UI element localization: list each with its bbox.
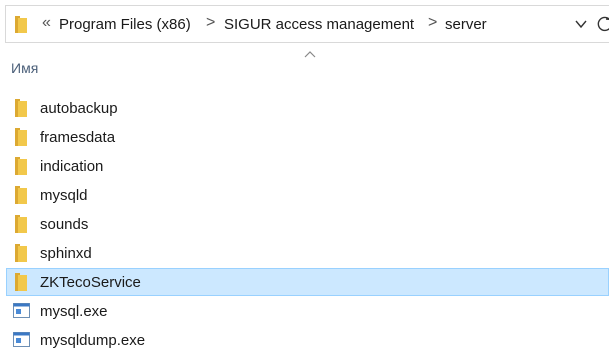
breadcrumb-sigur[interactable]: SIGUR access management [224, 16, 414, 33]
list-item[interactable]: sphinxd [0, 239, 609, 268]
list-item[interactable]: mysqld [0, 181, 609, 210]
breadcrumb-program-files[interactable]: Program Files (x86) [59, 16, 191, 33]
folder-icon [15, 16, 27, 33]
executable-icon [13, 332, 30, 347]
file-list: autobackup framesdata indication mysqld … [0, 94, 609, 355]
sort-ascending-icon [304, 51, 316, 58]
folder-icon [15, 273, 27, 291]
chevron-down-icon[interactable] [574, 17, 588, 31]
list-item-label: autobackup [40, 100, 118, 117]
folder-icon [15, 99, 27, 117]
list-item-label: sounds [40, 216, 89, 233]
folder-icon [15, 186, 27, 204]
folder-icon [15, 157, 27, 175]
list-item[interactable]: sounds [0, 210, 609, 239]
list-item[interactable]: autobackup [0, 94, 609, 123]
list-item-label: framesdata [40, 129, 116, 146]
chevron-right-icon[interactable]: > [428, 14, 437, 32]
breadcrumb-overflow-icon[interactable]: « [42, 14, 51, 32]
list-item[interactable]: indication [0, 152, 609, 181]
list-item-label: mysql.exe [40, 303, 108, 320]
list-item-label: sphinxd [40, 245, 92, 262]
list-item-label: ZKTecoService [40, 274, 141, 291]
list-item-label: mysqldump.exe [40, 332, 146, 349]
list-item-label: mysqld [40, 187, 88, 204]
column-header-name[interactable]: Имя [11, 60, 38, 76]
list-item[interactable]: framesdata [0, 123, 609, 152]
refresh-icon[interactable] [596, 15, 609, 33]
folder-icon [15, 215, 27, 233]
executable-icon [13, 303, 30, 318]
folder-icon [15, 244, 27, 262]
list-item-selected[interactable]: ZKTecoService [0, 268, 609, 297]
chevron-right-icon[interactable]: > [206, 14, 215, 32]
folder-icon [15, 128, 27, 146]
list-item[interactable]: mysql.exe [0, 297, 609, 326]
list-item[interactable]: mysqldump.exe [0, 326, 609, 355]
list-item-label: indication [40, 158, 104, 175]
breadcrumb-server[interactable]: server [445, 16, 487, 33]
address-bar[interactable]: « Program Files (x86) > SIGUR access man… [5, 5, 609, 43]
